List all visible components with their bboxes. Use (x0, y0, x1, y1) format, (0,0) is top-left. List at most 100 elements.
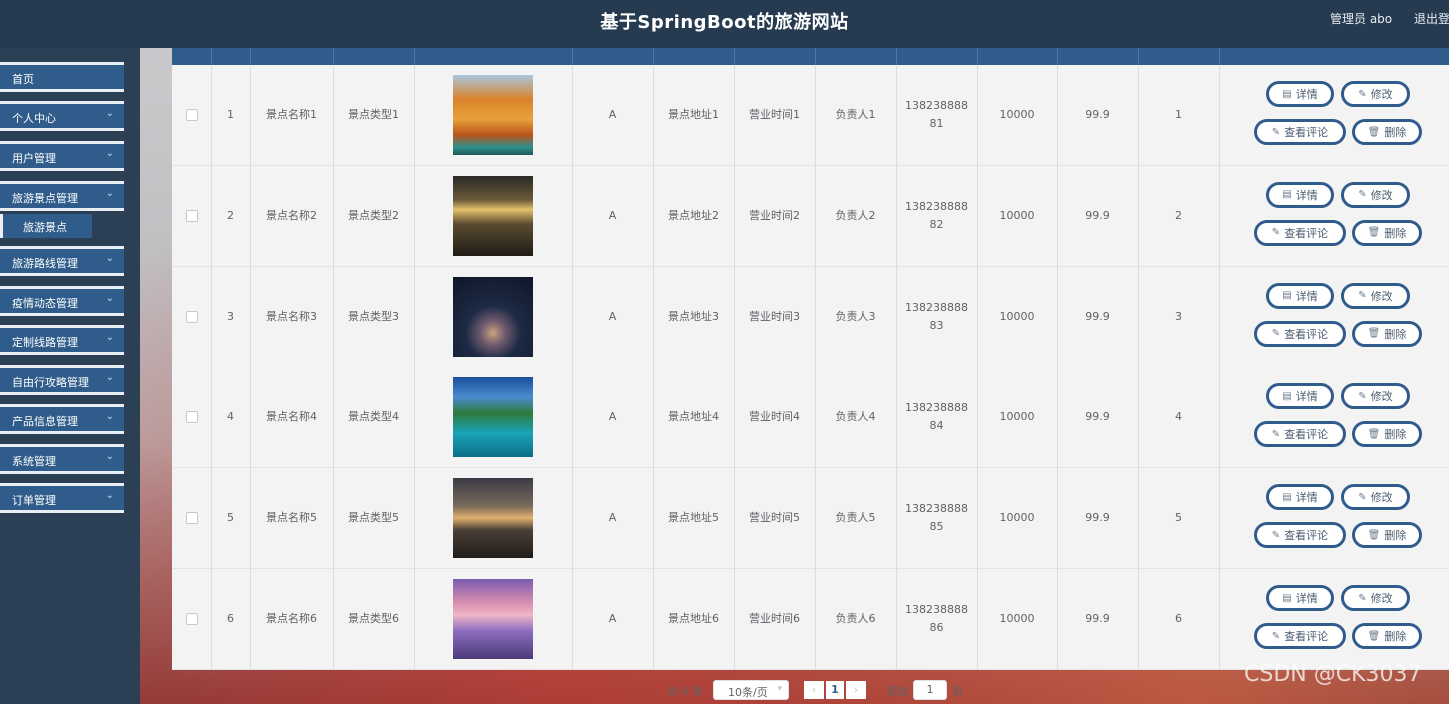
cell-c: 4 (1175, 410, 1182, 424)
row-checkbox[interactable] (185, 109, 198, 121)
delete-button[interactable]: 🗑 删除 (1352, 421, 1422, 448)
edit-button-label: 修改 (1370, 188, 1393, 202)
edit-button-label: 修改 (1370, 491, 1393, 505)
next-page-button[interactable]: › (846, 681, 866, 699)
row-checkbox[interactable] (185, 411, 198, 424)
cell-addr: 景点地址4 (668, 410, 719, 424)
sidebar-item[interactable]: 产品信息管理 ⌄ (0, 404, 124, 434)
edit-button[interactable]: ✎ 修改 (1341, 383, 1410, 410)
page-size-select[interactable]: 10条/页 ▾ (713, 680, 789, 700)
column-divider (653, 65, 654, 670)
sidebar-subitem-active[interactable]: 旅游景点 (0, 214, 92, 238)
column-divider (572, 48, 573, 65)
column-divider (211, 48, 212, 65)
detail-button[interactable]: ▤ 详情 (1266, 585, 1334, 611)
view-comments-button-label: 查看评论 (1284, 630, 1329, 643)
sidebar-item[interactable]: 个人中心 ⌄ (0, 101, 124, 131)
detail-button[interactable]: ▤ 详情 (1266, 484, 1334, 511)
sidebar-item-label: 旅游景点管理 (12, 192, 78, 205)
column-divider (1219, 48, 1220, 65)
sidebar-item-label: 用户管理 (12, 152, 56, 165)
goto-page-input[interactable]: 1 (913, 680, 947, 700)
cell-idx: 1 (227, 108, 234, 121)
view-comments-button-label: 查看评论 (1284, 327, 1329, 341)
row-checkbox[interactable] (185, 512, 198, 525)
delete-button[interactable]: 🗑 删除 (1352, 119, 1422, 145)
cell-addr: 景点地址1 (668, 108, 719, 121)
sidebar-item[interactable]: 旅游路线管理 ⌄ (0, 246, 124, 276)
view-comments-button[interactable]: ✎ 查看评论 (1254, 421, 1346, 448)
view-comments-button[interactable]: ✎ 查看评论 (1254, 119, 1346, 145)
sidebar-item-label: 首页 (12, 73, 34, 86)
cell-phone: 138238888 85 (896, 468, 977, 568)
chevron-right-icon: › (853, 683, 859, 696)
edit-button-label: 修改 (1370, 390, 1393, 404)
delete-button[interactable]: 🗑 删除 (1352, 623, 1422, 649)
sidebar-item-label: 疫情动态管理 (12, 297, 78, 310)
sidebar-item[interactable]: 自由行攻略管理 ⌄ (0, 365, 124, 395)
scenic-thumbnail (453, 377, 533, 458)
prev-page-button[interactable]: ‹ (804, 681, 824, 699)
view-comments-button[interactable]: ✎ 查看评论 (1254, 219, 1346, 246)
edit-button[interactable]: ✎ 修改 (1341, 585, 1410, 611)
edit-button[interactable]: ✎ 修改 (1341, 484, 1410, 511)
cell-owner: 负责人1 (835, 108, 876, 121)
delete-button[interactable]: 🗑 删除 (1352, 320, 1422, 347)
sidebar-item[interactable]: 用户管理 ⌄ (0, 141, 124, 171)
edit-button[interactable]: ✎ 修改 (1341, 181, 1410, 208)
column-divider (977, 65, 978, 670)
column-divider (815, 65, 816, 670)
sidebar-item[interactable]: 首页 (0, 62, 124, 92)
delete-button[interactable]: 🗑 删除 (1352, 219, 1422, 246)
detail-button-label: 详情 (1295, 289, 1318, 303)
cell-type: 景点类型5 (348, 511, 399, 525)
chevron-down-icon: ⌄ (105, 451, 114, 462)
sidebar-item[interactable]: 定制线路管理 ⌄ (0, 325, 124, 355)
sidebar-item[interactable]: 订单管理 ⌄ (0, 483, 124, 513)
detail-button[interactable]: ▤ 详情 (1266, 81, 1334, 107)
column-divider (815, 48, 816, 65)
view-comments-button-label: 查看评论 (1284, 126, 1329, 139)
column-divider (572, 65, 573, 670)
view-comments-button[interactable]: ✎ 查看评论 (1254, 320, 1346, 347)
cell-image (414, 65, 572, 165)
sidebar-item[interactable]: 旅游景点管理 ⌄ (0, 181, 124, 211)
detail-button[interactable]: ▤ 详情 (1266, 383, 1334, 410)
cell-phone: 138238888 83 (896, 267, 977, 367)
view-comments-button[interactable]: ✎ 查看评论 (1254, 623, 1346, 649)
edit-button[interactable]: ✎ 修改 (1341, 81, 1410, 107)
cell-addr: 景点地址2 (668, 208, 719, 222)
chevron-down-icon: ⌄ (105, 108, 114, 119)
table-row: 1 景点名称1 景点类型1 A 景点地址1 营业时间1 负责人1 138238888 81 100… (172, 65, 1449, 166)
detail-button-label: 详情 (1295, 88, 1318, 101)
detail-button[interactable]: ▤ 详情 (1266, 181, 1334, 208)
view-comments-button[interactable]: ✎ 查看评论 (1254, 522, 1346, 549)
sidebar-item-label: 系统管理 (12, 455, 56, 468)
cell-level: A (608, 410, 617, 424)
cell-idx: 5 (227, 511, 234, 525)
cell-hours: 营业时间5 (749, 511, 800, 525)
row-checkbox[interactable] (185, 209, 198, 222)
cell-owner: 负责人4 (835, 410, 876, 424)
column-divider (1057, 48, 1058, 65)
page-number-current[interactable]: 1 (826, 681, 844, 699)
cell-image (414, 468, 572, 568)
delete-button-label: 删除 (1384, 428, 1407, 442)
view-comments-button-label: 查看评论 (1284, 226, 1329, 240)
cell-c: 1 (1175, 108, 1182, 121)
edit-button[interactable]: ✎ 修改 (1341, 282, 1410, 309)
row-checkbox[interactable] (185, 310, 198, 323)
detail-button[interactable]: ▤ 详情 (1266, 282, 1334, 309)
cell-level: A (608, 612, 617, 625)
pencil-icon: ✎ (1358, 290, 1367, 302)
cell-phone: 138238888 81 (896, 65, 977, 165)
phone-line-2: 86 (929, 621, 944, 634)
cell-type: 景点类型1 (348, 108, 399, 121)
sidebar-item[interactable]: 疫情动态管理 ⌄ (0, 286, 124, 316)
column-divider (896, 65, 897, 670)
cell-b: 99.9 (1085, 410, 1110, 424)
sidebar-item[interactable]: 系统管理 ⌄ (0, 444, 124, 474)
delete-button[interactable]: 🗑 删除 (1352, 522, 1422, 549)
row-checkbox[interactable] (185, 613, 198, 625)
logout-link[interactable]: 退出登 (1414, 10, 1449, 27)
